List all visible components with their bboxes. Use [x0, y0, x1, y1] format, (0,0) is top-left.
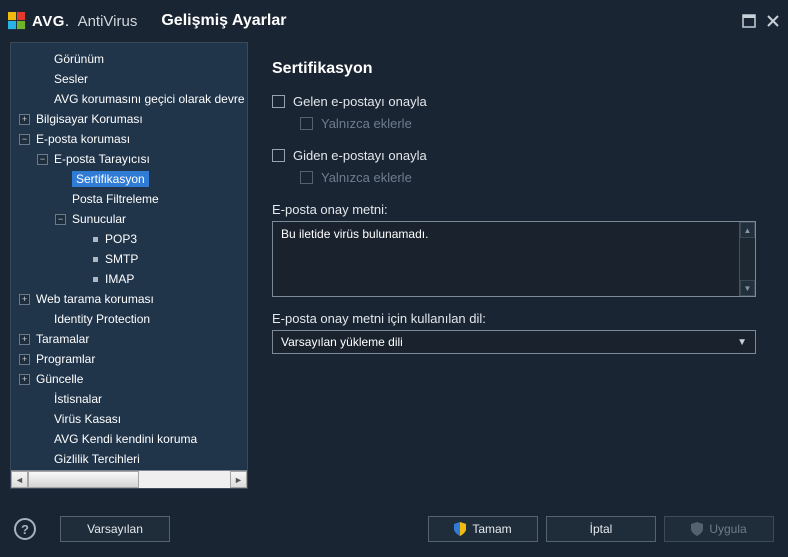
- tree-item-label: Görünüm: [54, 52, 104, 66]
- collapse-icon[interactable]: −: [19, 134, 30, 145]
- brand-name: AVG.: [32, 13, 70, 30]
- tree-item[interactable]: AVG Kendi kendini koruma: [11, 429, 247, 449]
- scroll-up-icon[interactable]: ▲: [740, 222, 755, 238]
- checkbox-incoming[interactable]: Gelen e-postayı onayla: [272, 90, 756, 112]
- tree-item[interactable]: Sertifikasyon: [11, 169, 247, 189]
- tree-item-label: E-posta Tarayıcısı: [54, 152, 150, 166]
- tree-item[interactable]: Virüs Kasası: [11, 409, 247, 429]
- tree-item-label: Taramalar: [36, 332, 89, 346]
- scroll-left-icon[interactable]: ◄: [11, 471, 28, 488]
- language-select-value: Varsayılan yükleme dili: [281, 335, 403, 349]
- help-icon[interactable]: ?: [14, 518, 36, 540]
- tree-item-label: IMAP: [105, 272, 134, 286]
- tree-item-label: İstisnalar: [54, 392, 102, 406]
- checkbox-incoming-attachments[interactable]: Yalnızca eklerle: [300, 112, 756, 134]
- ok-button[interactable]: Tamam: [428, 516, 538, 542]
- approval-text-input[interactable]: ▲ ▼: [272, 221, 756, 297]
- tree-item-label: Virüs Kasası: [54, 412, 121, 426]
- language-label: E-posta onay metni için kullanılan dil:: [272, 311, 756, 326]
- expand-icon[interactable]: +: [19, 374, 30, 385]
- tree-item[interactable]: SMTP: [11, 249, 247, 269]
- tree-item-label: Gizlilik Tercihleri: [54, 452, 140, 466]
- sidebar-tree: Görünüm Sesler AVG korumasını geçici olara…: [10, 42, 248, 489]
- language-select[interactable]: Varsayılan yükleme dili ▼: [272, 330, 756, 354]
- tree-item[interactable]: Posta Filtreleme: [11, 189, 247, 209]
- minimize-icon[interactable]: [742, 14, 756, 28]
- chevron-down-icon: ▼: [737, 337, 747, 348]
- approval-text-label: E-posta onay metni:: [272, 202, 756, 217]
- tree-item-label: AVG korumasını geçici olarak devre dışı …: [54, 92, 247, 106]
- textarea-vscrollbar[interactable]: ▲ ▼: [739, 222, 755, 296]
- tree-item-label: Sunucular: [72, 212, 126, 226]
- checkbox-outgoing-attachments[interactable]: Yalnızca eklerle: [300, 166, 756, 188]
- tree-item[interactable]: İstisnalar: [11, 389, 247, 409]
- checkbox-outgoing[interactable]: Giden e-postayı onayla: [272, 144, 756, 166]
- tree-item[interactable]: −E-posta koruması: [11, 129, 247, 149]
- window-title: Gelişmiş Ayarlar: [161, 12, 286, 30]
- tree-hscrollbar[interactable]: ◄ ►: [11, 470, 247, 488]
- tree-item[interactable]: −E-posta Tarayıcısı: [11, 149, 247, 169]
- tree-item[interactable]: + Taramalar: [11, 329, 247, 349]
- tree-item-label: Programlar: [36, 352, 95, 366]
- expand-icon[interactable]: +: [19, 334, 30, 345]
- tree-item[interactable]: + Web tarama koruması: [11, 289, 247, 309]
- checkbox-icon[interactable]: [300, 117, 313, 130]
- scroll-right-icon[interactable]: ►: [230, 471, 247, 488]
- checkbox-icon[interactable]: [272, 149, 285, 162]
- tree-item-label: Güncelle: [36, 372, 83, 386]
- checkbox-icon[interactable]: [300, 171, 313, 184]
- tree-item-label: SMTP: [105, 252, 138, 266]
- cancel-button[interactable]: İptal: [546, 516, 656, 542]
- shield-icon: [691, 522, 703, 536]
- collapse-icon[interactable]: −: [55, 214, 66, 225]
- tree-item[interactable]: Görünüm: [11, 49, 247, 69]
- tree-item[interactable]: Sesler: [11, 69, 247, 89]
- tree-item-label: Sertifikasyon: [72, 171, 149, 187]
- bullet-icon: [93, 257, 98, 262]
- tree-item[interactable]: IMAP: [11, 269, 247, 289]
- tree-item[interactable]: + Güncelle: [11, 369, 247, 389]
- collapse-icon[interactable]: −: [37, 154, 48, 165]
- titlebar: AVG. AntiVirus Gelişmiş Ayarlar: [0, 0, 788, 42]
- section-title: Sertifikasyon: [272, 60, 756, 78]
- tree-item[interactable]: + Bilgisayar Koruması: [11, 109, 247, 129]
- tree-item[interactable]: Gizlilik Tercihleri: [11, 449, 247, 469]
- approval-textarea[interactable]: [273, 222, 739, 296]
- bullet-icon: [93, 277, 98, 282]
- close-icon[interactable]: [766, 14, 780, 28]
- tree-item-label: Bilgisayar Koruması: [36, 112, 143, 126]
- tree-item-label: Sesler: [54, 72, 88, 86]
- shield-icon: [454, 522, 466, 536]
- tree-item[interactable]: + Programlar: [11, 349, 247, 369]
- bullet-icon: [93, 237, 98, 242]
- app-logo: AVG. AntiVirus: [8, 12, 137, 30]
- tree-item-label: AVG Kendi kendini koruma: [54, 432, 197, 446]
- checkbox-icon[interactable]: [272, 95, 285, 108]
- expand-icon[interactable]: +: [19, 114, 30, 125]
- tree-item[interactable]: POP3: [11, 229, 247, 249]
- expand-icon[interactable]: +: [19, 294, 30, 305]
- tree-item-label: Posta Filtreleme: [72, 192, 159, 206]
- avg-logo-icon: [8, 12, 26, 30]
- default-button[interactable]: Varsayılan: [60, 516, 170, 542]
- content-panel: Sertifikasyon Gelen e-postayı onayla Yal…: [248, 42, 778, 489]
- tree-item[interactable]: −Sunucular: [11, 209, 247, 229]
- footer: ? Varsayılan Tamam İptal Uygula: [0, 501, 788, 557]
- expand-icon[interactable]: +: [19, 354, 30, 365]
- tree-item-label: E-posta koruması: [36, 132, 130, 146]
- tree-item-label: Web tarama koruması: [36, 292, 154, 306]
- tree-item[interactable]: Identity Protection: [11, 309, 247, 329]
- tree-item-label: POP3: [105, 232, 137, 246]
- brand-product: AntiVirus: [78, 13, 138, 30]
- tree-item-label: Identity Protection: [54, 312, 150, 326]
- hscroll-thumb[interactable]: [28, 471, 139, 488]
- scroll-down-icon[interactable]: ▼: [740, 280, 755, 296]
- apply-button: Uygula: [664, 516, 774, 542]
- tree-item[interactable]: AVG korumasını geçici olarak devre dışı …: [11, 89, 247, 109]
